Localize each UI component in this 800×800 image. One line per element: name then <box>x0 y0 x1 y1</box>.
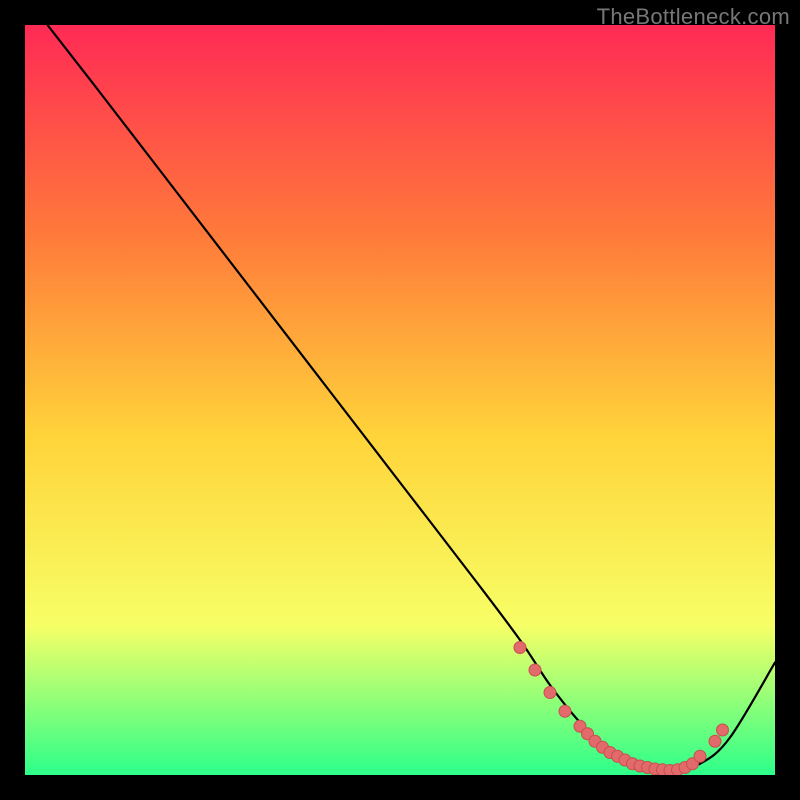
marker-dot <box>717 724 729 736</box>
marker-dot <box>529 664 541 676</box>
gradient-background <box>25 25 775 775</box>
marker-dot <box>709 735 721 747</box>
marker-dot <box>514 642 526 654</box>
marker-dot <box>694 750 706 762</box>
plot-canvas <box>25 25 775 775</box>
marker-dot <box>559 705 571 717</box>
watermark-text: TheBottleneck.com <box>597 4 790 30</box>
chart-svg <box>25 25 775 775</box>
chart-frame: TheBottleneck.com <box>0 0 800 800</box>
marker-dot <box>544 687 556 699</box>
